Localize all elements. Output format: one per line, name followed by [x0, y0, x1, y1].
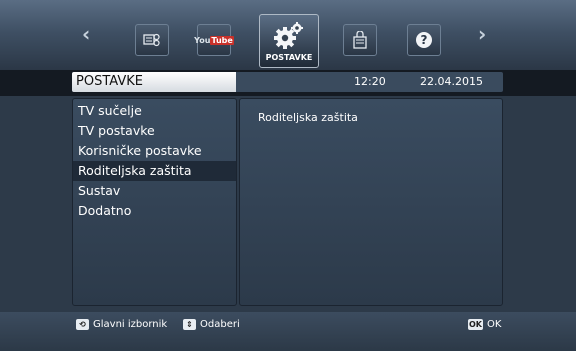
- media-icon: [143, 33, 160, 47]
- settings-gears-icon: [274, 21, 303, 49]
- nav-prev-arrow[interactable]: ‹: [82, 22, 90, 46]
- hint-main-menu[interactable]: ⟲ Glavni izbornik: [76, 319, 167, 330]
- youtube-icon-text: You: [194, 35, 211, 45]
- tile-youtube[interactable]: YouTube: [194, 24, 234, 56]
- hint-ok-label: OK: [487, 319, 502, 330]
- youtube-icon-tube: Tube: [210, 35, 234, 45]
- tile-media[interactable]: [135, 24, 169, 56]
- menu-item-parental-control[interactable]: Roditeljska zaštita: [73, 161, 236, 181]
- menu-item-extra[interactable]: Dodatno: [73, 201, 236, 221]
- hint-main-menu-label: Glavni izbornik: [93, 319, 168, 330]
- menu-item-tv-settings[interactable]: TV postavke: [73, 121, 236, 141]
- shopping-bag-icon: [353, 31, 367, 49]
- menu-item-user-settings[interactable]: Korisničke postavke: [73, 141, 236, 161]
- ok-key-icon: OK: [468, 319, 483, 330]
- menu-item-tv-interface[interactable]: TV sučelje: [73, 101, 236, 121]
- menu-item-system[interactable]: Sustav: [73, 181, 236, 201]
- hint-ok[interactable]: OK OK: [468, 319, 501, 330]
- help-icon: ?: [416, 32, 432, 48]
- settings-menu: TV sučelje TV postavke Korisničke postav…: [73, 99, 236, 221]
- tile-shop[interactable]: [343, 24, 377, 56]
- nav-next-arrow[interactable]: ›: [478, 22, 486, 46]
- detail-panel: Roditeljska zaštita: [239, 98, 503, 306]
- detail-heading: Roditeljska zaštita: [258, 111, 358, 124]
- back-key-icon: ⟲: [76, 319, 89, 330]
- hint-select-label: Odaberi: [200, 319, 240, 330]
- tile-help[interactable]: ?: [407, 24, 441, 56]
- youtube-icon: YouTube: [194, 35, 234, 45]
- footer-bar: ⟲ Glavni izbornik ⇕ Odaberi OK OK: [0, 312, 576, 351]
- title-bar: POSTAVKE 12:20 22.04.2015: [72, 72, 503, 92]
- tile-settings[interactable]: POSTAVKE: [259, 14, 319, 68]
- settings-menu-panel: TV sučelje TV postavke Korisničke postav…: [72, 98, 237, 306]
- tile-settings-label: POSTAVKE: [265, 52, 313, 62]
- top-navigation: ‹ YouTube POSTAVKE ? ›: [0, 0, 576, 70]
- page-title: POSTAVKE: [72, 72, 236, 92]
- clock-date: 22.04.2015: [420, 75, 483, 88]
- up-down-key-icon: ⇕: [183, 319, 196, 330]
- hint-select[interactable]: ⇕ Odaberi: [183, 319, 240, 330]
- clock-time: 12:20: [354, 75, 386, 88]
